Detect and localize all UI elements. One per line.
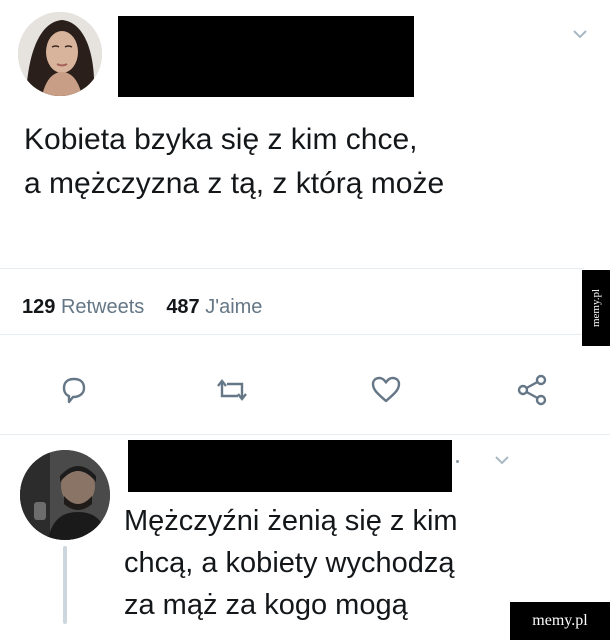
redacted-reply-author-name [128, 440, 452, 492]
retweets-count: 129 [22, 296, 56, 318]
chevron-down-icon[interactable] [494, 452, 510, 470]
retweet-button[interactable] [214, 372, 250, 408]
chevron-down-icon[interactable] [572, 26, 588, 44]
divider [0, 334, 584, 335]
bottom-watermark: memy.pl [510, 602, 610, 640]
likes-label: J'aime [205, 296, 263, 318]
separator-dot [456, 460, 459, 463]
avatar-man-photo [20, 450, 110, 540]
avatar-woman-portrait [18, 12, 102, 96]
share-icon [517, 374, 547, 406]
likes-stat[interactable]: 487 J'aime [166, 296, 262, 318]
reply-text-line: Mężczyźni żenią się z kim [124, 505, 458, 537]
author-avatar[interactable] [18, 12, 102, 96]
reply-author-avatar[interactable] [20, 450, 110, 540]
reply-button[interactable] [56, 372, 92, 408]
share-button[interactable] [514, 372, 550, 408]
reply-text-line: chcą, a kobiety wychodzą [124, 547, 455, 579]
divider [0, 268, 584, 269]
heart-icon [371, 376, 401, 403]
side-watermark-text: memy.pl [590, 288, 602, 328]
retweet-icon [217, 379, 247, 401]
retweets-label: Retweets [60, 296, 145, 318]
tweet-stats: 129 Retweets 487 J'aime [22, 296, 262, 319]
redacted-author-name [118, 16, 414, 97]
side-watermark: memy.pl [582, 270, 610, 346]
thread-line [63, 546, 67, 624]
tweet-text-line: Kobieta bzyka się z kim chce, [24, 123, 418, 156]
divider [0, 434, 610, 435]
likes-count: 487 [166, 296, 200, 318]
like-button[interactable] [368, 372, 404, 408]
tweet-text-line: a mężczyzna z tą, z którą może [24, 167, 445, 200]
retweets-stat[interactable]: 129 Retweets [22, 296, 144, 318]
tweet-text: Kobieta bzyka się z kim chce, a mężczyzn… [24, 118, 584, 206]
reply-icon [62, 377, 86, 404]
